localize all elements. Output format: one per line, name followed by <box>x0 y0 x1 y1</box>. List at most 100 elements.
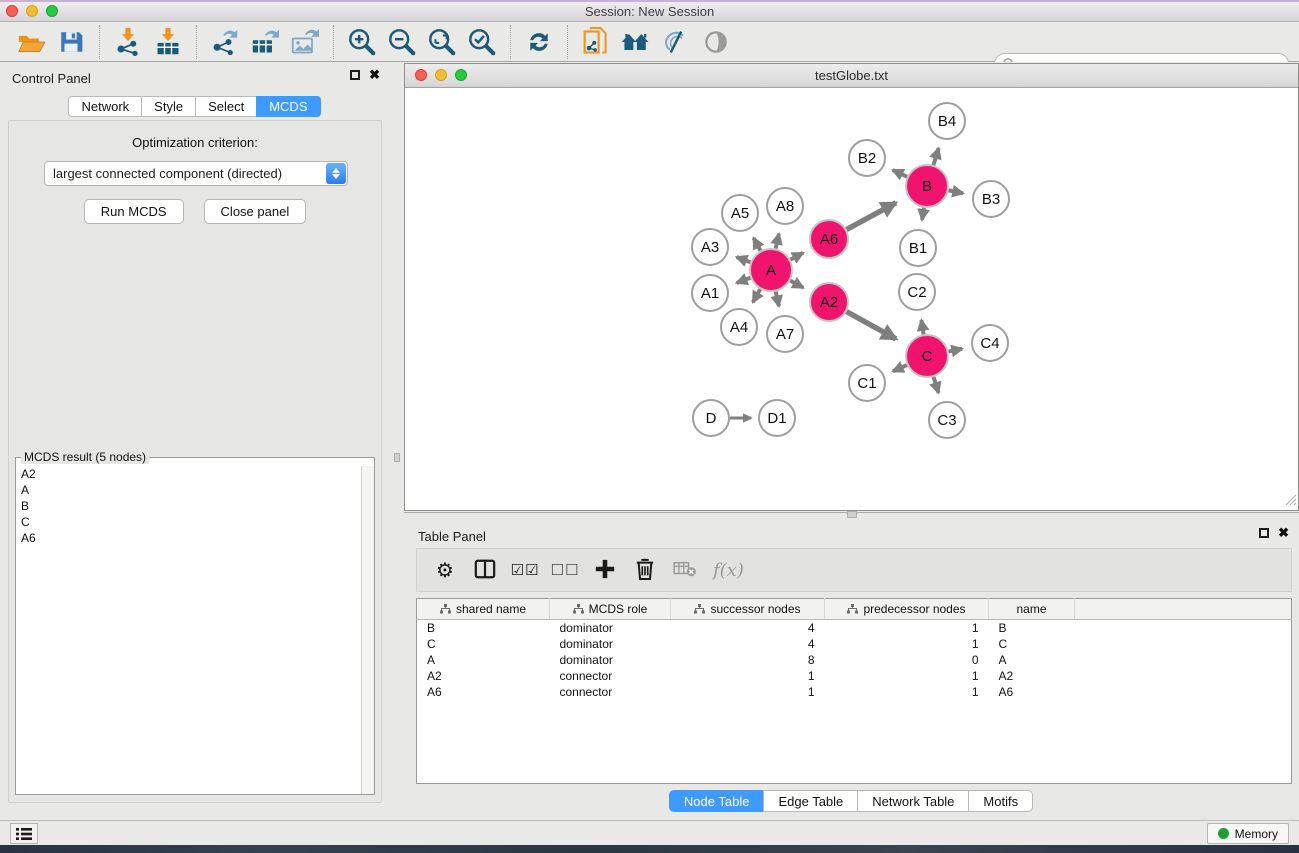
refresh-button[interactable] <box>519 25 559 59</box>
node-C3[interactable]: C3 <box>929 402 965 438</box>
column-header-shared-name[interactable]: shared name <box>417 599 550 620</box>
node-A3[interactable]: A3 <box>692 229 728 265</box>
close-panel-icon[interactable]: ✖ <box>369 70 380 80</box>
import-network-button[interactable] <box>108 25 148 59</box>
home-button[interactable] <box>616 25 656 59</box>
cell-predecessor-nodes[interactable]: 1 <box>825 636 989 652</box>
zoom-selected-button[interactable] <box>462 25 502 59</box>
cell-MCDS-role[interactable]: dominator <box>550 620 671 636</box>
result-item[interactable]: A <box>17 482 360 498</box>
cell-name[interactable]: C <box>989 636 1075 652</box>
edge-A-A8[interactable] <box>776 234 779 249</box>
network-minimize-button[interactable] <box>435 69 447 81</box>
result-item[interactable]: B <box>17 498 360 514</box>
export-image-button[interactable] <box>285 25 325 59</box>
tab-mcds[interactable]: MCDS <box>256 96 320 117</box>
network-maximize-button[interactable] <box>455 69 467 81</box>
edge-B-B1[interactable] <box>922 208 924 220</box>
horizontal-splitter[interactable] <box>404 511 1299 520</box>
cell-shared-name[interactable]: B <box>417 620 550 636</box>
cell-shared-name[interactable]: A6 <box>417 684 550 700</box>
cell-name[interactable]: A2 <box>989 668 1075 684</box>
node-B2[interactable]: B2 <box>849 140 885 176</box>
network-window-titlebar[interactable]: testGlobe.txt <box>405 64 1298 88</box>
deselect-all-button[interactable]: ☐☐ <box>547 552 583 588</box>
task-history-button[interactable] <box>10 823 38 844</box>
cell-successor-nodes[interactable]: 4 <box>671 620 825 636</box>
cell-name[interactable]: A6 <box>989 684 1075 700</box>
tab-edge-table[interactable]: Edge Table <box>763 790 858 812</box>
zoom-fit-button[interactable] <box>422 25 462 59</box>
add-button[interactable] <box>587 552 623 588</box>
run-mcds-button[interactable]: Run MCDS <box>84 199 184 224</box>
resize-grip-icon[interactable] <box>1284 493 1297 509</box>
column-header-predecessor-nodes[interactable]: predecessor nodes <box>825 599 989 620</box>
column-header-name[interactable]: name <box>989 599 1075 620</box>
node-D1[interactable]: D1 <box>759 400 795 436</box>
node-C2[interactable]: C2 <box>899 274 935 310</box>
result-scrollbar[interactable] <box>361 466 374 794</box>
float-panel-icon[interactable] <box>350 70 360 80</box>
splitter-grip[interactable] <box>847 511 857 518</box>
tab-network[interactable]: Network <box>68 96 142 117</box>
table-row[interactable]: A6connector11A6 <box>417 684 1292 700</box>
node-A2[interactable]: A2 <box>810 283 848 321</box>
open-folder-button[interactable] <box>11 25 51 59</box>
table-row[interactable]: Adominator80A <box>417 652 1292 668</box>
node-C1[interactable]: C1 <box>849 365 885 401</box>
cell-shared-name[interactable]: A2 <box>417 668 550 684</box>
network-graph[interactable]: B4B2BB3A5A8A6A3B1AA1C2A2A4A7C4CC1C3DD1 <box>405 88 1298 510</box>
cell-predecessor-nodes[interactable]: 1 <box>825 684 989 700</box>
table-row[interactable]: A2connector11A2 <box>417 668 1292 684</box>
node-B3[interactable]: B3 <box>973 181 1009 217</box>
cell-predecessor-nodes[interactable]: 0 <box>825 652 989 668</box>
edge-A6-B[interactable] <box>847 203 896 230</box>
save-button[interactable] <box>51 25 91 59</box>
edge-B-B3[interactable] <box>949 190 964 193</box>
column-header-successor-nodes[interactable]: successor nodes <box>671 599 825 620</box>
close-panel-button[interactable]: Close panel <box>204 199 307 224</box>
minimize-window-button[interactable] <box>26 5 38 17</box>
import-table-button[interactable] <box>148 25 188 59</box>
cell-shared-name[interactable]: A <box>417 652 550 668</box>
splitter-grip[interactable] <box>394 453 400 462</box>
cell-shared-name[interactable]: C <box>417 636 550 652</box>
edge-C-C4[interactable] <box>949 349 963 352</box>
node-A4[interactable]: A4 <box>721 309 757 345</box>
node-C4[interactable]: C4 <box>972 325 1008 361</box>
tab-network-table[interactable]: Network Table <box>857 790 969 812</box>
node-B1[interactable]: B1 <box>900 230 936 266</box>
tab-node-table[interactable]: Node Table <box>669 790 765 812</box>
node-table[interactable]: shared nameMCDS rolesuccessor nodesprede… <box>416 598 1292 784</box>
cell-successor-nodes[interactable]: 8 <box>671 652 825 668</box>
node-A5[interactable]: A5 <box>722 195 758 231</box>
node-C[interactable]: C <box>906 335 948 377</box>
node-A7[interactable]: A7 <box>767 316 803 352</box>
network-close-button[interactable] <box>415 69 427 81</box>
vertical-splitter[interactable] <box>390 62 404 820</box>
cell-name[interactable]: B <box>989 620 1075 636</box>
cell-successor-nodes[interactable]: 1 <box>671 684 825 700</box>
optimization-criterion-dropdown[interactable]: largest connected component (directed) <box>44 161 348 186</box>
result-item[interactable]: A2 <box>17 466 360 482</box>
cell-successor-nodes[interactable]: 1 <box>671 668 825 684</box>
cell-MCDS-role[interactable]: dominator <box>550 636 671 652</box>
tab-select[interactable]: Select <box>195 96 257 117</box>
close-window-button[interactable] <box>6 5 18 17</box>
show-eye-button[interactable] <box>696 25 736 59</box>
edge-A-A1[interactable] <box>737 278 751 283</box>
export-network-button[interactable] <box>205 25 245 59</box>
node-B4[interactable]: B4 <box>929 103 965 139</box>
float-panel-icon[interactable] <box>1259 528 1269 538</box>
cell-MCDS-role[interactable]: connector <box>550 684 671 700</box>
node-A1[interactable]: A1 <box>692 275 728 311</box>
network-from-file-button[interactable] <box>576 25 616 59</box>
edge-C-C3[interactable] <box>934 377 939 393</box>
result-item[interactable]: A6 <box>17 530 360 546</box>
export-table-button[interactable] <box>245 25 285 59</box>
hide-details-button[interactable] <box>656 25 696 59</box>
column-header-MCDS-role[interactable]: MCDS role <box>550 599 671 620</box>
edge-C-C2[interactable] <box>921 320 923 334</box>
node-A6[interactable]: A6 <box>810 220 848 258</box>
gear-button[interactable]: ⚙ <box>427 552 463 588</box>
